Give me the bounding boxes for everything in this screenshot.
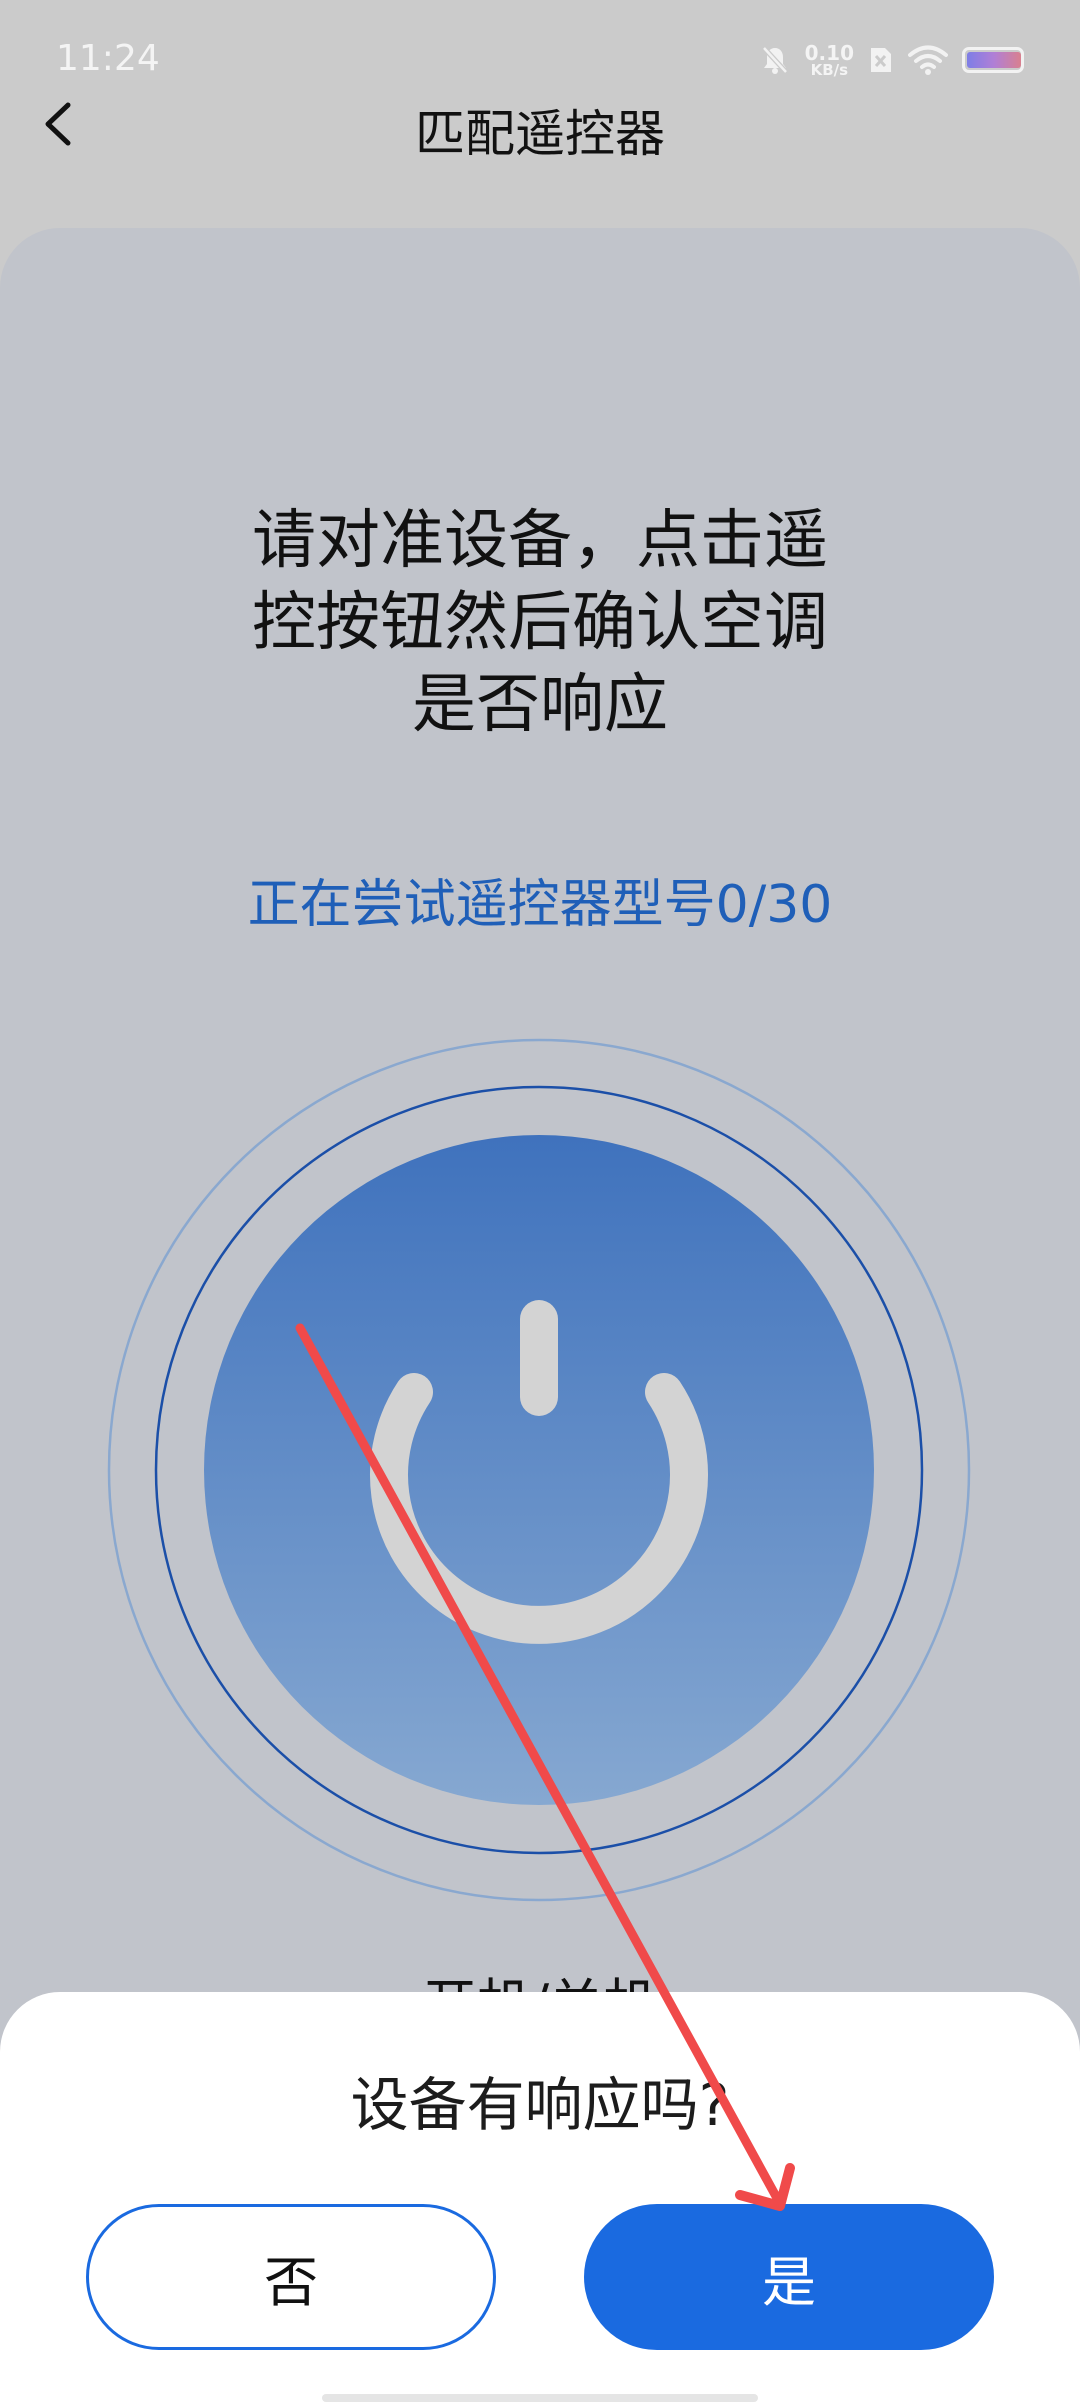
progress-text: 正在尝试遥控器型号0/30 bbox=[247, 875, 833, 935]
sim-x-icon bbox=[871, 48, 891, 72]
status-icons: 0.10 KB/s bbox=[759, 40, 1024, 80]
instruction-text: 请对准设备，点击遥 控按钮然后确认空调 是否响应 bbox=[180, 500, 900, 746]
battery-icon bbox=[962, 47, 1024, 73]
home-indicator[interactable] bbox=[322, 2394, 758, 2402]
net-speed: 0.10 KB/s bbox=[805, 43, 854, 78]
battery-fill bbox=[967, 52, 1021, 68]
power-button-graphic bbox=[107, 1038, 971, 1902]
response-sheet: 设备有响应吗? 否 是 bbox=[0, 1992, 1080, 2408]
header: 匹配遥控器 bbox=[0, 80, 1080, 170]
wifi-icon bbox=[908, 45, 948, 75]
page-title: 匹配遥控器 bbox=[415, 105, 665, 163]
instruction-line: 控按钮然后确认空调 bbox=[252, 586, 828, 660]
screen: 11:24 0.10 KB/s 匹配遥控器 请对准设备，点击遥 控按钮然后确认空… bbox=[0, 0, 1080, 2408]
net-speed-value: 0.10 bbox=[804, 40, 854, 65]
net-speed-unit: KB/s bbox=[810, 60, 849, 79]
power-button[interactable] bbox=[106, 1037, 972, 1903]
yes-button[interactable]: 是 bbox=[584, 2204, 994, 2350]
sheet-question: 设备有响应吗? bbox=[350, 2071, 730, 2139]
status-time: 11:24 bbox=[56, 38, 160, 79]
bell-muted-icon bbox=[761, 46, 788, 74]
instruction-line: 是否响应 bbox=[412, 668, 668, 742]
no-button[interactable]: 否 bbox=[86, 2204, 496, 2350]
instruction-line: 请对准设备，点击遥 bbox=[252, 504, 828, 578]
power-disc bbox=[204, 1135, 874, 1805]
